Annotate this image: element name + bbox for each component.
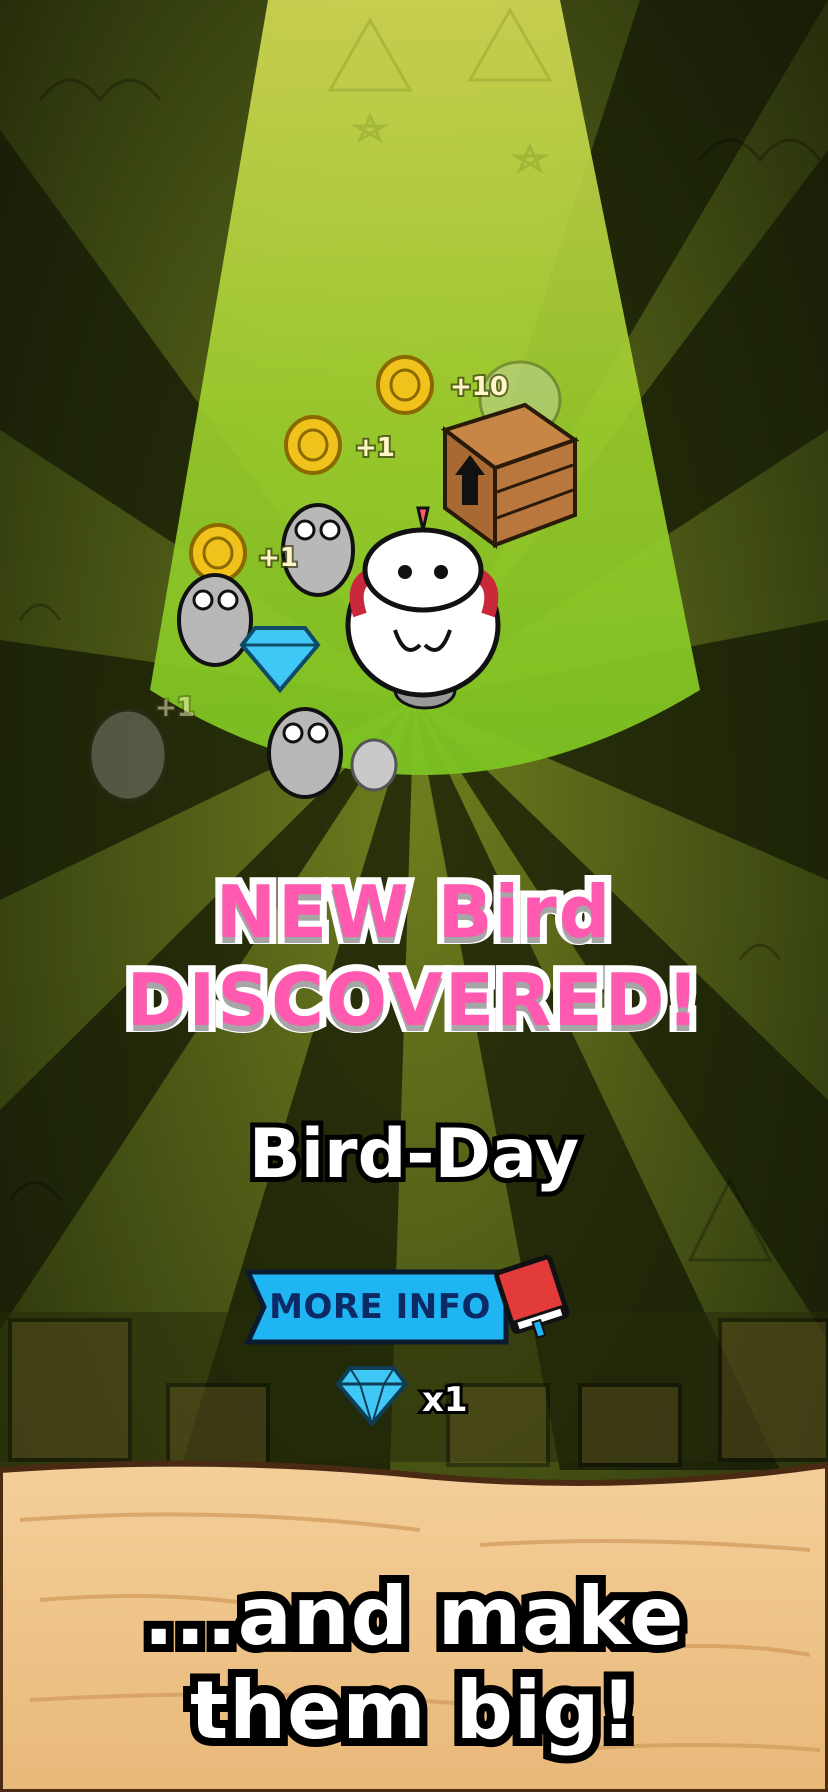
upgrade-crate-icon bbox=[440, 402, 580, 549]
owl-bird bbox=[177, 573, 253, 667]
headline-line1: NEW Bird bbox=[209, 863, 618, 961]
headline-line2: DISCOVERED! bbox=[120, 951, 707, 1049]
coin-popup: +1 bbox=[256, 541, 300, 575]
faded-owl bbox=[88, 708, 168, 802]
coin-icon bbox=[284, 415, 342, 475]
coin-popup: +1 bbox=[153, 691, 197, 725]
more-info-button[interactable]: MORE INFO bbox=[248, 1272, 506, 1342]
more-info-label: MORE INFO bbox=[269, 1287, 491, 1327]
slogan-line2: them big! bbox=[182, 1656, 645, 1765]
book-icon[interactable] bbox=[490, 1248, 582, 1340]
egg-icon bbox=[350, 738, 398, 792]
owl-bird bbox=[267, 707, 343, 799]
diamond-icon bbox=[336, 1366, 408, 1426]
coin-popup: +10 bbox=[448, 370, 510, 404]
bird-name: Bird-Day bbox=[244, 1110, 584, 1199]
coin-icon bbox=[189, 523, 247, 583]
slogan-line1: ...and make bbox=[136, 1562, 692, 1671]
coin-icon bbox=[376, 355, 434, 415]
reward-count: x1 bbox=[419, 1377, 471, 1423]
coin-popup: +1 bbox=[353, 431, 397, 465]
